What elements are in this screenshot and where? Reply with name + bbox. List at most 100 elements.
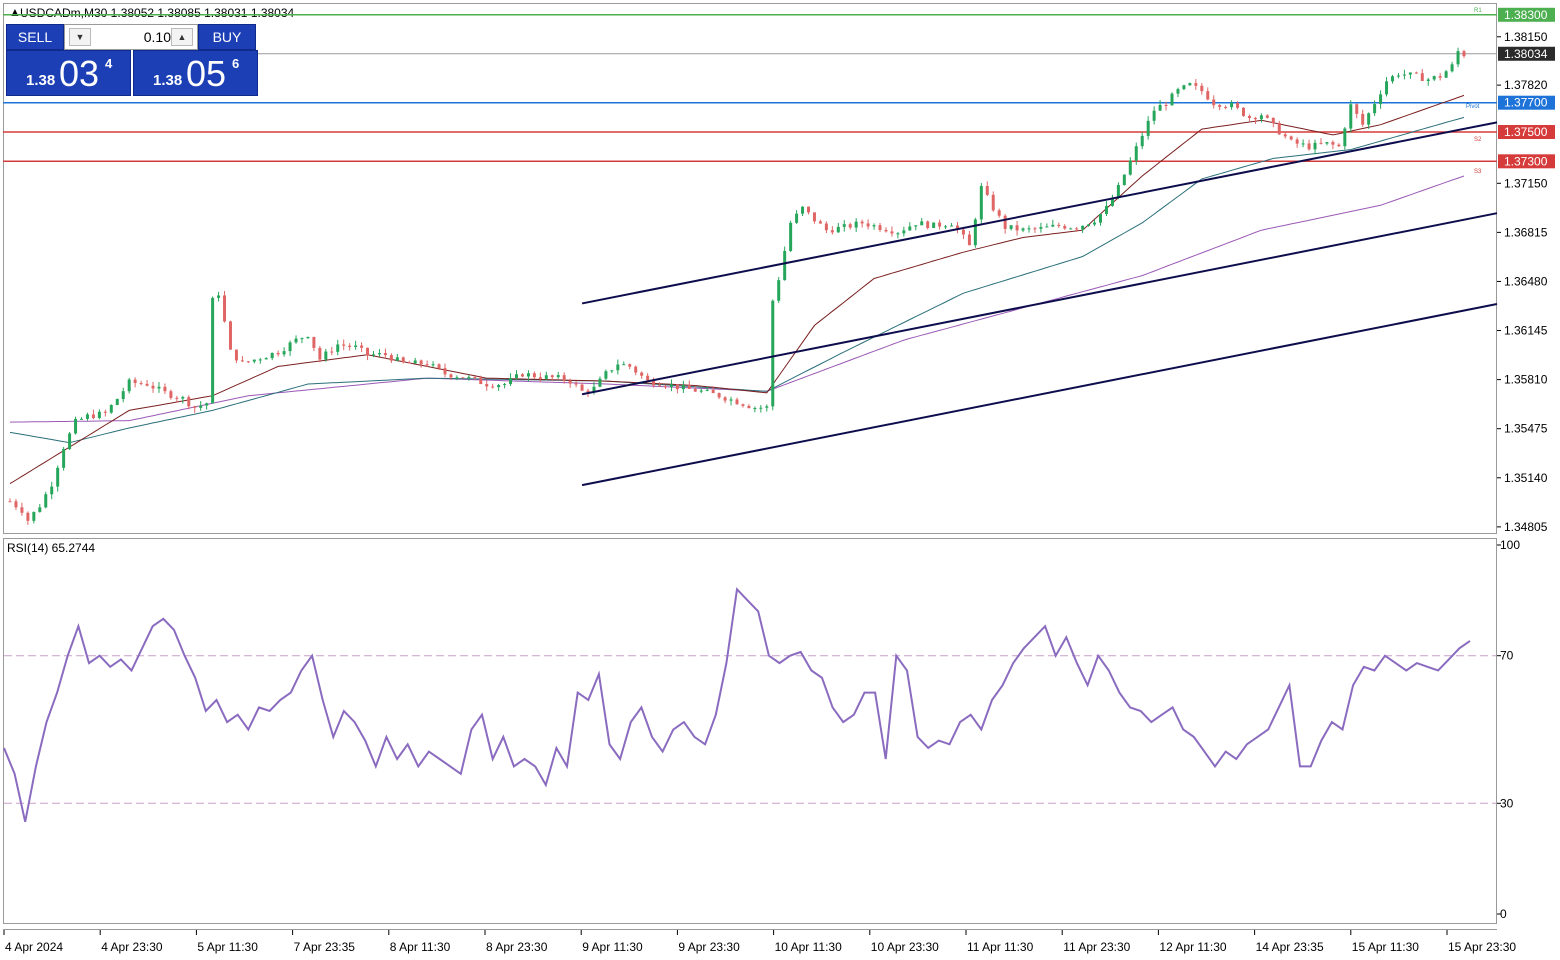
candle bbox=[938, 219, 942, 230]
candle bbox=[634, 365, 638, 376]
candle-body bbox=[234, 349, 238, 361]
candle-body bbox=[1093, 222, 1097, 225]
candle bbox=[1349, 100, 1353, 133]
time-tick-label: 11 Apr 23:30 bbox=[1063, 940, 1130, 954]
candle bbox=[312, 336, 316, 352]
candle bbox=[1051, 219, 1055, 228]
candle bbox=[544, 371, 548, 381]
price-tick-label: 1.38150 bbox=[1504, 30, 1548, 44]
candle bbox=[294, 335, 298, 344]
buy-button[interactable]: BUY bbox=[198, 24, 256, 50]
candle-body bbox=[139, 383, 143, 385]
candle-body bbox=[485, 384, 489, 387]
candle-body bbox=[419, 360, 423, 365]
candle-body bbox=[1009, 225, 1013, 229]
regression-channel[interactable] bbox=[581, 121, 1498, 487]
candle-body bbox=[1396, 75, 1400, 77]
candle bbox=[932, 222, 936, 229]
candle bbox=[562, 372, 566, 384]
pivot-label: Pivot bbox=[1466, 104, 1480, 110]
candle bbox=[1325, 141, 1329, 146]
candle-body bbox=[413, 360, 417, 364]
candle-body bbox=[240, 360, 244, 362]
price-tag-label-red2: 1.37300 bbox=[1504, 154, 1548, 168]
candle bbox=[973, 217, 977, 248]
candle-body bbox=[705, 389, 709, 391]
candle bbox=[842, 220, 846, 232]
candle bbox=[1414, 71, 1418, 74]
candle-body bbox=[1075, 228, 1079, 230]
candle-body bbox=[902, 230, 906, 234]
sell-button[interactable]: SELL bbox=[6, 24, 64, 50]
lot-increase-icon[interactable]: ▲ bbox=[171, 28, 193, 46]
candle bbox=[1176, 87, 1180, 98]
channel-upper-line[interactable] bbox=[581, 121, 1498, 305]
candle-body bbox=[330, 351, 334, 353]
candle-body bbox=[1432, 76, 1436, 80]
rsi-line bbox=[3, 587, 1471, 823]
candle bbox=[151, 381, 155, 393]
candle-body bbox=[443, 368, 447, 375]
time-tick-label: 4 Apr 2024 bbox=[5, 940, 63, 954]
candle-body bbox=[628, 364, 632, 367]
candle-body bbox=[372, 354, 375, 356]
lot-size-input[interactable] bbox=[95, 28, 173, 46]
candle bbox=[1081, 225, 1085, 233]
candle bbox=[854, 218, 858, 233]
candle bbox=[1039, 222, 1043, 233]
candle bbox=[503, 382, 507, 389]
candle bbox=[1069, 227, 1073, 230]
candle bbox=[789, 220, 793, 253]
candle bbox=[14, 499, 18, 510]
candle bbox=[354, 340, 358, 350]
candle bbox=[860, 219, 864, 228]
candle bbox=[234, 349, 238, 364]
candle-body bbox=[20, 507, 24, 513]
candle-body bbox=[1182, 85, 1186, 90]
candle bbox=[485, 380, 489, 391]
candle-body bbox=[836, 226, 840, 233]
lot-decrease-icon[interactable]: ▼ bbox=[69, 28, 91, 46]
candle-body bbox=[1259, 115, 1263, 120]
candle bbox=[1206, 87, 1210, 101]
candle-body bbox=[294, 338, 298, 343]
candle bbox=[1182, 84, 1186, 91]
candle bbox=[342, 339, 346, 351]
candle-body bbox=[258, 359, 262, 361]
candle-body bbox=[1402, 74, 1406, 76]
candle-body bbox=[1027, 228, 1031, 230]
candle-body bbox=[1390, 76, 1394, 82]
candle-body bbox=[151, 385, 155, 389]
candle-body bbox=[461, 377, 465, 379]
buy-price-box[interactable]: 1.38 05 6 bbox=[133, 50, 258, 96]
candle-body bbox=[795, 213, 799, 223]
candle bbox=[812, 212, 816, 224]
price-tick-label: 1.35140 bbox=[1504, 471, 1548, 485]
sell-price-box[interactable]: 1.38 03 4 bbox=[6, 50, 131, 96]
candle-body bbox=[193, 406, 197, 408]
candle bbox=[914, 225, 918, 231]
candle bbox=[997, 208, 1001, 218]
candle-body bbox=[604, 371, 608, 379]
time-tick-label: 4 Apr 23:30 bbox=[101, 940, 163, 954]
candle-body bbox=[1420, 73, 1424, 81]
candle-body bbox=[246, 361, 250, 363]
candle-body bbox=[1301, 143, 1305, 145]
candle-body bbox=[1087, 224, 1091, 226]
candle-body bbox=[1331, 142, 1335, 145]
candle-body bbox=[693, 388, 697, 392]
candle bbox=[1289, 135, 1293, 141]
candle bbox=[115, 398, 119, 406]
symbol-header: USDCADm,M30 1.38052 1.38085 1.38031 1.38… bbox=[20, 6, 295, 20]
candle-body bbox=[223, 295, 227, 322]
candle bbox=[1462, 49, 1466, 59]
candle bbox=[491, 383, 495, 389]
price-tick-label: 1.36145 bbox=[1504, 324, 1548, 338]
candle-body bbox=[1414, 72, 1418, 74]
time-tick-label: 9 Apr 11:30 bbox=[582, 940, 643, 954]
channel-middle-line[interactable] bbox=[581, 212, 1498, 396]
candle-body bbox=[616, 364, 620, 371]
candle bbox=[955, 221, 959, 234]
candle bbox=[669, 379, 673, 392]
candle-body bbox=[866, 223, 870, 227]
